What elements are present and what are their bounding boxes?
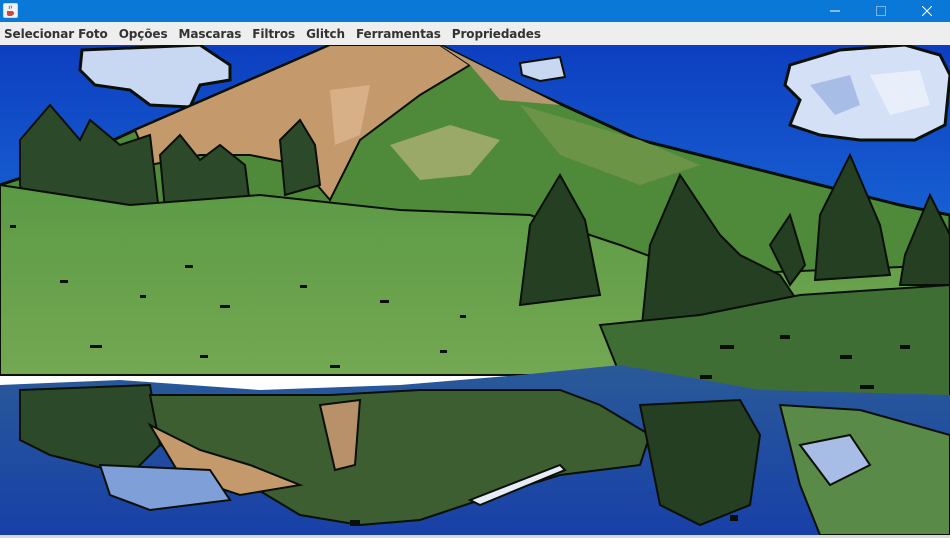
photo-canvas	[0, 45, 950, 535]
java-cup-icon	[3, 3, 18, 18]
close-icon	[922, 6, 932, 16]
menu-mascaras[interactable]: Mascaras	[174, 27, 248, 41]
close-button[interactable]	[904, 0, 950, 22]
minimize-icon	[830, 6, 840, 16]
menu-glitch[interactable]: Glitch	[301, 27, 351, 41]
menu-filtros[interactable]: Filtros	[247, 27, 301, 41]
minimize-button[interactable]	[812, 0, 858, 22]
menu-propriedades[interactable]: Propriedades	[447, 27, 547, 41]
menu-bar: Selecionar Foto Opções Mascaras Filtros …	[0, 22, 950, 45]
maximize-button[interactable]	[858, 0, 904, 22]
title-bar	[0, 0, 950, 22]
filtered-landscape-image	[0, 45, 950, 535]
menu-ferramentas[interactable]: Ferramentas	[351, 27, 447, 41]
menu-selecionar-foto[interactable]: Selecionar Foto	[0, 27, 114, 41]
maximize-icon	[876, 6, 886, 16]
menu-opcoes[interactable]: Opções	[114, 27, 174, 41]
